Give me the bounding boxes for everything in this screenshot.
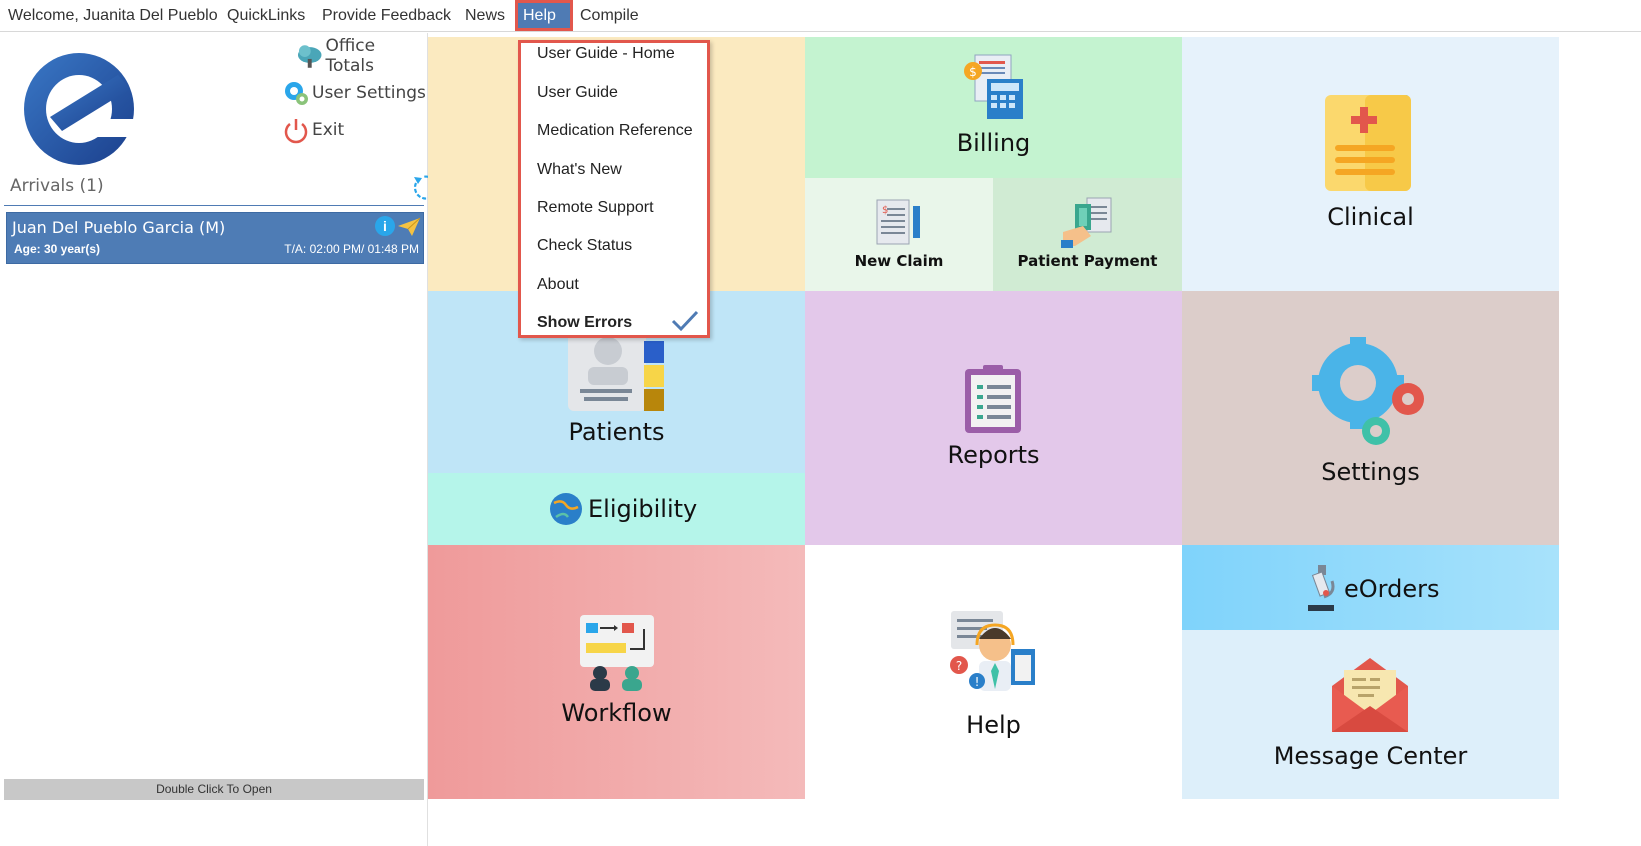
welcome-text: Welcome, Juanita Del Pueblo xyxy=(8,7,218,24)
claim-icon: $ xyxy=(876,199,920,245)
tile-clinical[interactable]: Clinical xyxy=(1182,37,1559,291)
arrival-patient-card[interactable]: Juan Del Pueblo Garcia (M) i Age: 30 yea… xyxy=(6,212,424,264)
support-agent-icon: ? ! xyxy=(950,611,1035,691)
patient-time-arrived: T/A: 02:00 PM/ 01:48 PM xyxy=(284,242,419,256)
left-panel: Office Totals User Settings Exit Arrival… xyxy=(0,33,439,846)
tile-eorders[interactable]: eOrders xyxy=(1182,545,1559,630)
tile-settings-label: Settings xyxy=(1321,458,1420,486)
svg-text:$: $ xyxy=(882,205,888,216)
office-totals-link[interactable]: Office Totals xyxy=(296,36,427,76)
user-settings-label: User Settings xyxy=(312,83,426,103)
double-click-hint: Double Click To Open xyxy=(4,779,424,800)
tile-workflow[interactable]: Workflow xyxy=(428,545,805,799)
tile-message-center[interactable]: Message Center xyxy=(1182,630,1559,799)
menu-item-show-errors[interactable]: Show Errors xyxy=(537,314,632,332)
tile-clinical-label: Clinical xyxy=(1327,203,1414,231)
exit-label: Exit xyxy=(312,120,345,140)
menu-news[interactable]: News xyxy=(465,0,505,31)
tile-message-center-label: Message Center xyxy=(1273,742,1468,770)
tile-patient-payment[interactable]: Patient Payment xyxy=(993,178,1182,291)
tile-eligibility-label: Eligibility xyxy=(588,495,698,523)
menu-item-check-status[interactable]: Check Status xyxy=(537,237,632,255)
menu-item-user-guide[interactable]: User Guide xyxy=(537,84,618,102)
patient-age: Age: 30 year(s) xyxy=(14,242,101,256)
menu-item-whats-new[interactable]: What's New xyxy=(537,161,622,179)
menu-item-user-guide-home[interactable]: User Guide - Home xyxy=(537,45,675,63)
office-totals-label: Office Totals xyxy=(325,36,376,76)
user-settings-link[interactable]: User Settings xyxy=(282,78,426,108)
workflow-icon xyxy=(580,615,654,691)
clinical-icon xyxy=(1325,95,1411,191)
tile-patients-label: Patients xyxy=(568,418,665,446)
menu-item-medication-reference[interactable]: Medication Reference xyxy=(537,122,693,140)
globe-icon xyxy=(550,493,582,525)
tile-patient-payment-label: Patient Payment xyxy=(1017,252,1158,270)
patient-name: Juan Del Pueblo Garcia (M) xyxy=(12,218,226,237)
tile-eorders-label: eOrders xyxy=(1344,575,1440,603)
menu-bar: Welcome, Juanita Del Pueblo QuickLinks P… xyxy=(0,0,1641,32)
power-icon xyxy=(284,119,308,144)
patients-icon xyxy=(568,331,664,411)
tile-workflow-label: Workflow xyxy=(561,699,672,727)
cloud-icon xyxy=(297,45,322,68)
tile-reports[interactable]: Reports xyxy=(805,291,1182,545)
tile-help[interactable]: ? ! Help xyxy=(805,545,1182,799)
menu-help[interactable]: Help xyxy=(515,0,573,31)
exit-link[interactable]: Exit xyxy=(282,115,344,145)
menu-compile[interactable]: Compile xyxy=(580,0,639,31)
microscope-icon xyxy=(1308,565,1335,611)
billing-icon: $ xyxy=(964,54,1023,119)
tile-help-label: Help xyxy=(966,711,1021,739)
tile-new-claim[interactable]: $ New Claim xyxy=(805,178,993,291)
tile-billing-label: Billing xyxy=(956,129,1031,157)
menu-quicklinks[interactable]: QuickLinks xyxy=(227,0,305,31)
info-icon[interactable]: i xyxy=(375,216,395,236)
clipboard-icon xyxy=(965,365,1021,433)
help-dropdown-menu: User Guide - Home User Guide Medication … xyxy=(518,40,710,338)
envelope-icon xyxy=(1332,658,1408,732)
arrivals-divider xyxy=(4,205,424,206)
checkmark-icon xyxy=(671,310,699,332)
arrivals-title: Arrivals (1) xyxy=(10,176,104,196)
tile-eligibility[interactable]: Eligibility xyxy=(428,473,805,545)
menu-item-about[interactable]: About xyxy=(537,276,579,294)
tile-billing[interactable]: $ Billing xyxy=(805,37,1182,178)
tile-new-claim-label: New Claim xyxy=(854,252,944,270)
payment-icon xyxy=(1061,197,1112,248)
gear-icon xyxy=(285,82,308,105)
tile-settings[interactable]: Settings xyxy=(1182,291,1559,545)
tile-reports-label: Reports xyxy=(947,441,1040,469)
send-icon[interactable] xyxy=(397,217,421,237)
menu-item-remote-support[interactable]: Remote Support xyxy=(537,199,654,217)
svg-text:$: $ xyxy=(969,65,977,79)
app-logo xyxy=(22,45,140,167)
menu-provide-feedback[interactable]: Provide Feedback xyxy=(322,0,451,31)
gears-icon xyxy=(1312,337,1424,445)
svg-text:?: ? xyxy=(956,659,962,673)
svg-text:!: ! xyxy=(975,675,980,689)
